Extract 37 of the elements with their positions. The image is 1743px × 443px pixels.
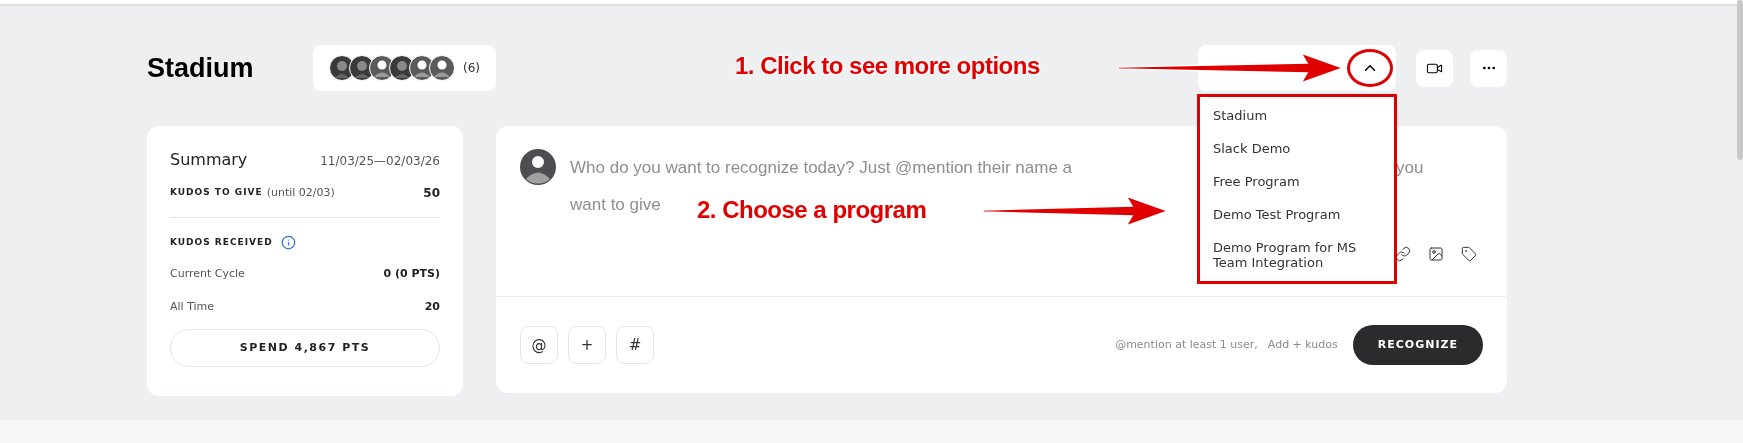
program-option[interactable]: Demo Program for MS Team Integration bbox=[1200, 231, 1394, 279]
chevron-button[interactable] bbox=[1347, 49, 1393, 87]
avatar-icon bbox=[429, 55, 455, 81]
stat-value: 20 bbox=[424, 298, 440, 315]
member-count: (6) bbox=[463, 60, 480, 77]
program-option[interactable]: Demo Test Program bbox=[1200, 198, 1394, 231]
composer-prompt: you bbox=[1396, 157, 1424, 179]
program-option[interactable]: Free Program bbox=[1200, 165, 1394, 198]
stat-value: 0 (0 PTS) bbox=[383, 266, 440, 282]
annotation-text: 2. Choose a program bbox=[697, 195, 927, 225]
image-icon bbox=[1428, 246, 1444, 262]
period-range: 11/03/25—02/03/26 bbox=[320, 153, 440, 170]
tag-icon bbox=[1461, 246, 1477, 262]
video-button[interactable] bbox=[1416, 49, 1453, 87]
hint-text: Add + kudos bbox=[1267, 336, 1338, 353]
stat-label: All Time bbox=[170, 298, 215, 315]
annotation-text: 1. Click to see more options bbox=[735, 51, 1040, 81]
members-pill[interactable]: (6) bbox=[313, 45, 496, 91]
kudos-received-label: KUDOS RECEIVED bbox=[170, 235, 273, 249]
info-icon bbox=[280, 235, 296, 250]
insert-button[interactable]: # bbox=[616, 326, 654, 364]
summary-title: Summary bbox=[170, 149, 248, 171]
composer-prompt: Who do you want to recognize today? Just @mention their name a bbox=[570, 157, 1074, 179]
stat-label: Current Cycle bbox=[170, 266, 245, 282]
recognize-button[interactable]: RECOGNIZE bbox=[1352, 325, 1483, 365]
program-option[interactable]: Stadium bbox=[1200, 99, 1394, 132]
kudos-to-give-value: 50 bbox=[423, 185, 440, 202]
program-option[interactable]: Slack Demo bbox=[1200, 132, 1394, 165]
hint-text: @mention at least 1 user, bbox=[1115, 336, 1258, 353]
avatar-icon bbox=[520, 149, 556, 185]
kudos-to-give-note: (until 02/03) bbox=[266, 184, 335, 201]
composer-prompt: want to give bbox=[570, 195, 661, 214]
insert-button[interactable]: @ bbox=[520, 326, 558, 364]
page-title: Stadium bbox=[147, 51, 255, 85]
kudos-to-give-label: KUDOS TO GIVE bbox=[170, 186, 263, 200]
link-icon bbox=[1395, 246, 1411, 262]
insert-button[interactable]: + bbox=[568, 326, 606, 364]
